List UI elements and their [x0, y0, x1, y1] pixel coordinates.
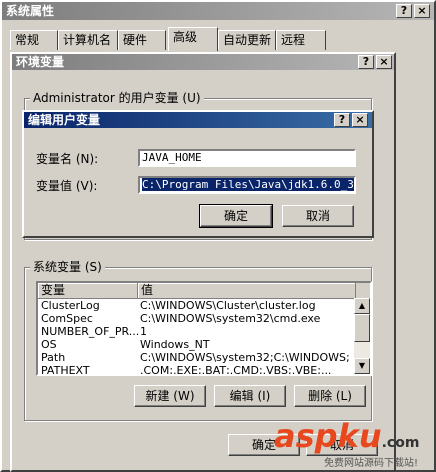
- system-variables-list[interactable]: 变量 值 ClusterLog C:\WINDOWS\Cluster\cluste…: [36, 281, 372, 376]
- edit-close-button[interactable]: ×: [352, 113, 368, 127]
- list-header: 变量 值: [38, 283, 370, 299]
- table-row[interactable]: ClusterLog C:\WINDOWS\Cluster\cluster.log: [38, 299, 370, 312]
- user-variables-legend: Administrator 的用户变量 (U): [30, 91, 204, 105]
- variable-name-label: 变量名 (N):: [36, 152, 99, 166]
- system-properties-titlebar[interactable]: 系统属性: [2, 2, 434, 20]
- tab-advanced[interactable]: 高级: [168, 27, 218, 51]
- table-row[interactable]: ComSpec C:\WINDOWS\system32\cmd.exe: [38, 312, 370, 325]
- table-row[interactable]: Path C:\WINDOWS\system32;C:\WINDOWS;...: [38, 351, 370, 364]
- edit-user-variable-title: 编辑用户变量: [28, 113, 101, 127]
- column-header-variable[interactable]: 变量: [38, 283, 138, 298]
- delete-variable-button[interactable]: 删除 (L): [294, 385, 366, 407]
- table-row[interactable]: NUMBER_OF_PR... 1: [38, 325, 370, 338]
- close-button[interactable]: ×: [414, 4, 430, 18]
- environment-variables-title: 环境变量: [16, 55, 65, 69]
- tab-computer-name[interactable]: 计算机名: [58, 30, 118, 50]
- env-help-button[interactable]: ?: [358, 55, 374, 69]
- tab-general[interactable]: 常规: [10, 30, 58, 50]
- column-header-value[interactable]: 值: [138, 283, 356, 298]
- table-row[interactable]: OS Windows_NT: [38, 338, 370, 351]
- new-variable-button[interactable]: 新建 (W): [134, 385, 206, 407]
- env-close-button[interactable]: ×: [376, 55, 392, 69]
- edit-variable-button[interactable]: 编辑 (I): [214, 385, 286, 407]
- help-button[interactable]: ?: [396, 4, 412, 18]
- list-scrollbar[interactable]: ▲ ▼: [354, 298, 370, 374]
- edit-user-variable-titlebar[interactable]: 编辑用户变量: [24, 112, 372, 128]
- watermark-brand: aspku: [274, 417, 382, 455]
- selected-text: C:\Program Files\Java\jdk1.6.0_34: [142, 178, 354, 191]
- environment-variables-titlebar[interactable]: 环境变量: [12, 54, 394, 70]
- tab-automatic-updates[interactable]: 自动更新: [218, 30, 276, 50]
- watermark-suffix: .com: [381, 435, 420, 451]
- edit-ok-button[interactable]: 确定: [199, 204, 273, 228]
- scroll-thumb[interactable]: [354, 314, 370, 342]
- edit-cancel-button[interactable]: 取消: [282, 205, 354, 227]
- system-variables-legend: 系统变量 (S): [30, 260, 105, 274]
- variable-name-field[interactable]: JAVA_HOME: [138, 149, 356, 167]
- table-row[interactable]: PATHEXT .COM;.EXE;.BAT;.CMD;.VBS;.VBE;...: [38, 364, 370, 374]
- variable-value-label: 变量值 (V):: [36, 179, 98, 193]
- edit-help-button[interactable]: ?: [334, 113, 350, 127]
- tab-remote[interactable]: 远程: [276, 30, 326, 50]
- scroll-down-icon[interactable]: ▼: [354, 358, 370, 374]
- system-properties-title: 系统属性: [6, 4, 55, 18]
- scroll-up-icon[interactable]: ▲: [354, 298, 370, 314]
- watermark-tagline: 免费网站源码下载站!: [324, 458, 419, 469]
- tab-hardware[interactable]: 硬件: [118, 30, 166, 50]
- variable-value-field[interactable]: C:\Program Files\Java\jdk1.6.0_34: [138, 176, 356, 194]
